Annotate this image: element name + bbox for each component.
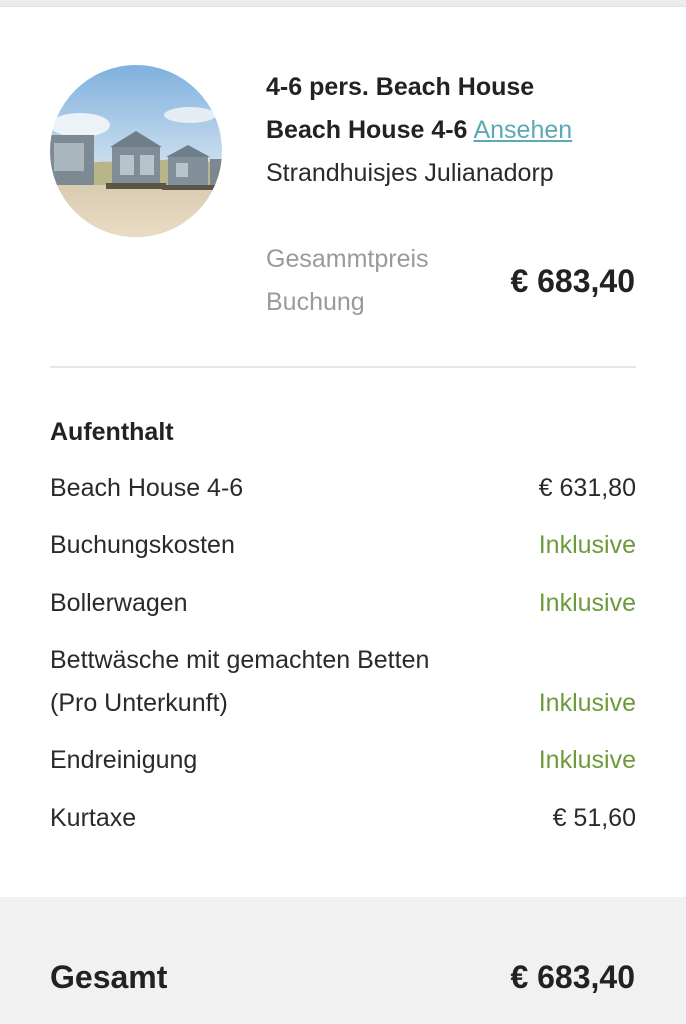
line-item-name: Endreinigung <box>50 746 198 774</box>
line-item-name: Kurtaxe <box>50 804 137 832</box>
beach-house-photo-icon <box>50 65 222 237</box>
line-item-name-line1: Bettwäsche mit gemachten Betten <box>50 646 430 674</box>
line-item-included-badge: Inklusive <box>538 589 636 617</box>
line-item-name-line2: (Pro Unterkunft) <box>50 689 228 717</box>
line-item-name: Beach House 4-6 <box>50 474 244 502</box>
stay-heading: Aufenthalt <box>50 418 174 446</box>
booking-total-label: Gesammtpreis Buchung <box>266 238 486 324</box>
line-item-name: Bettwäsche mit gemachten Betten (Pro Unt… <box>50 639 500 725</box>
booking-total-label-line2: Buchung <box>266 288 365 316</box>
grand-total-label: Gesamt <box>50 959 168 995</box>
line-item-handcart: Bollerwagen Inklusive <box>50 582 636 625</box>
section-divider <box>50 366 636 368</box>
line-item-final-cleaning: Endreinigung Inklusive <box>50 739 636 782</box>
beach-house-photo[interactable] <box>50 65 222 237</box>
line-item-included-badge: Inklusive <box>538 531 636 559</box>
booking-total-label-line1: Gesammtpreis <box>266 245 429 273</box>
unit-name: Beach House 4-6 <box>266 116 468 144</box>
grand-total-value: € 683,40 <box>510 959 635 995</box>
listing-title: 4-6 pers. Beach House <box>266 73 535 101</box>
line-item-amount: € 631,80 <box>538 474 636 502</box>
unit-name-row: Beach House 4-6 Ansehen <box>266 109 666 152</box>
line-item-bed-linen: Bettwäsche mit gemachten Betten (Pro Unt… <box>50 639 636 725</box>
line-item-included-badge: Inklusive <box>538 689 636 717</box>
booking-total-price: € 683,40 <box>510 263 635 299</box>
line-item-amount: € 51,60 <box>552 804 636 832</box>
park-name: Strandhuisjes Julianadorp <box>266 159 554 187</box>
view-link[interactable]: Ansehen <box>473 116 572 144</box>
line-item-tourist-tax: Kurtaxe € 51,60 <box>50 797 636 840</box>
line-item-included-badge: Inklusive <box>538 746 636 774</box>
booking-summary-card: 4-6 pers. Beach House Beach House 4-6 Ans… <box>0 0 686 1024</box>
line-item-booking-fees: Buchungskosten Inklusive <box>50 524 636 567</box>
line-item-name: Bollerwagen <box>50 589 188 617</box>
listing-info: 4-6 pers. Beach House Beach House 4-6 Ans… <box>266 66 666 195</box>
line-item-name: Buchungskosten <box>50 531 235 559</box>
line-item-beach-house: Beach House 4-6 € 631,80 <box>50 467 636 510</box>
